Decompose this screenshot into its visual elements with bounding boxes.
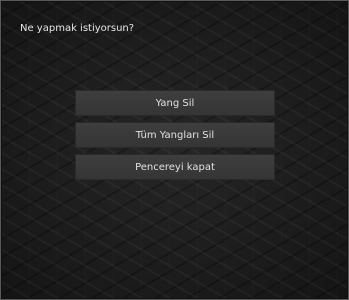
delete-yang-button[interactable]: Yang Sil xyxy=(75,90,275,116)
dialog-prompt: Ne yapmak istiyorsun? xyxy=(20,23,135,34)
close-window-button[interactable]: Pencereyi kapat xyxy=(75,154,275,180)
delete-all-yang-button[interactable]: Tüm Yangları Sil xyxy=(75,122,275,148)
dialog-window: Ne yapmak istiyorsun? Yang Sil Tüm Yangl… xyxy=(0,0,349,300)
